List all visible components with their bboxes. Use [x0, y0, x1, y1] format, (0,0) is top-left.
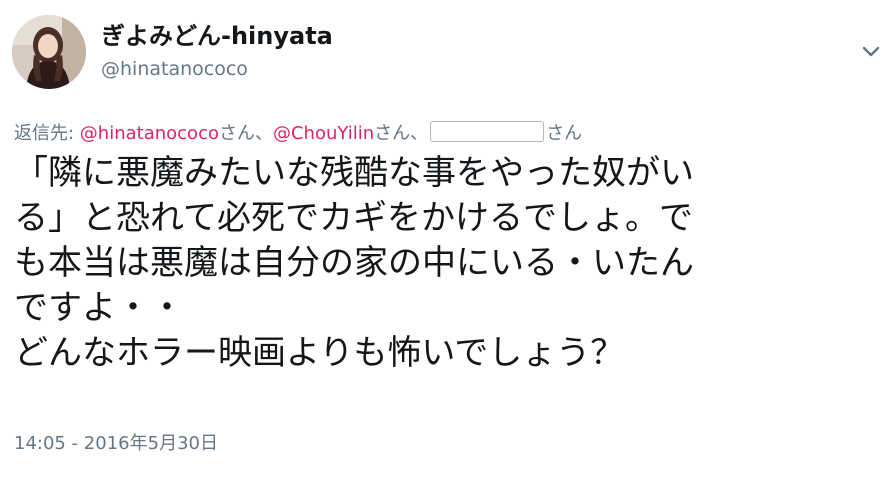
tweet-text-line: 「隣に悪魔みたいな残酷な事をやった奴がい — [14, 153, 694, 193]
mention-link[interactable]: @ChouYilin — [273, 123, 374, 144]
chevron-down-icon[interactable] — [860, 40, 882, 62]
mention-suffix: さん — [546, 123, 583, 144]
user-handle[interactable]: @hinatanococo — [101, 57, 248, 81]
tweet-text: 「隣に悪魔みたいな残酷な事をやった奴がい る」と恐れて必死でカギをかけるでしょ。… — [14, 151, 884, 376]
tweet-text-line: どんなホラー映画よりも怖いでしょう？ — [14, 333, 625, 373]
timestamp[interactable]: 14:05 - 2016年5月30日 — [14, 432, 218, 456]
display-name[interactable]: ぎよみどん-hinyata — [101, 22, 333, 50]
avatar-photo — [12, 15, 86, 89]
redacted-mention — [430, 121, 545, 142]
tweet-text-line: る」と恐れて必死でカギをかけるでしょ。で — [14, 198, 693, 238]
tweet-text-line: ですよ・・ — [14, 288, 184, 328]
mention-suffix: さん、 — [374, 123, 429, 144]
tweet-text-line: も本当は悪魔は自分の家の中にいる・いたん — [14, 243, 694, 283]
avatar[interactable] — [12, 15, 86, 89]
reply-context: 返信先: @hinatanococoさん、@ChouYilinさん、 さん — [14, 121, 582, 146]
reply-prefix: 返信先: — [14, 123, 80, 144]
mention-link[interactable]: @hinatanococo — [80, 123, 219, 144]
tweet-card: ぎよみどん-hinyata @hinatanococo 返信先: @hinata… — [0, 0, 896, 481]
mention-suffix: さん、 — [218, 123, 273, 144]
